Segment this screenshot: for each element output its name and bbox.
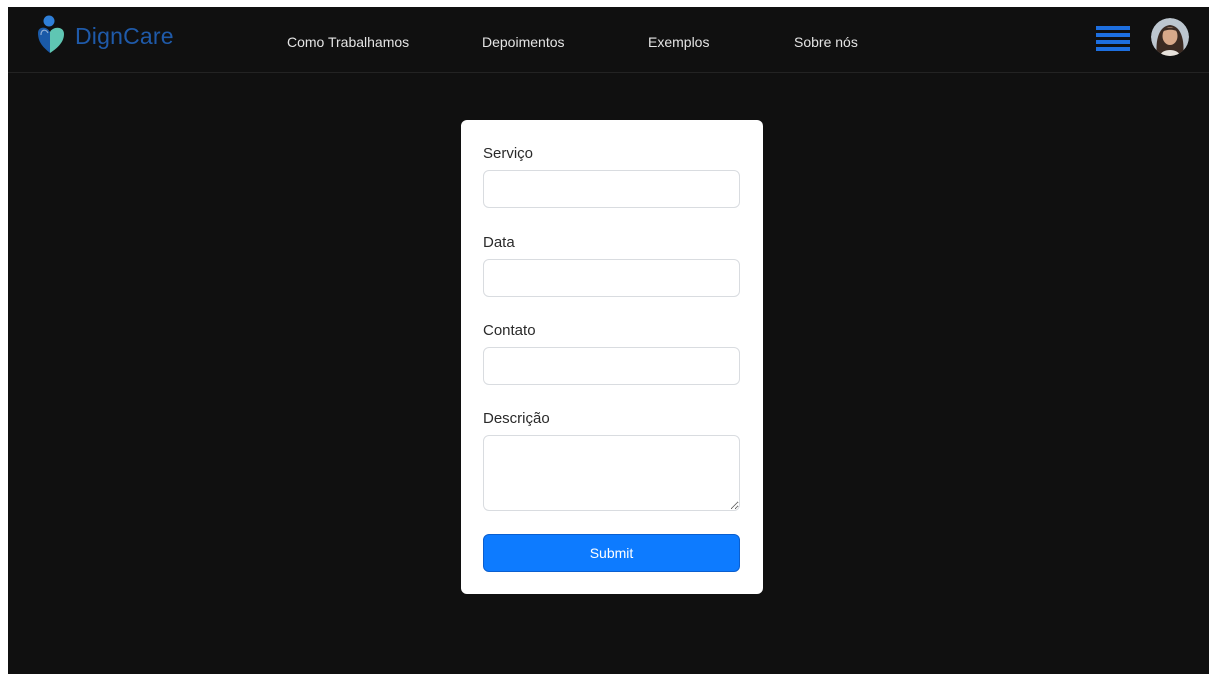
descricao-label: Descrição xyxy=(483,410,550,427)
descricao-textarea[interactable] xyxy=(483,435,740,511)
servico-input[interactable] xyxy=(483,170,740,208)
nav-links: Como Trabalhamos Depoimentos Exemplos So… xyxy=(8,34,1209,54)
navbar: DignCare Como Trabalhamos Depoimentos Ex… xyxy=(8,7,1209,73)
contato-label: Contato xyxy=(483,322,536,339)
nav-link-exemplos[interactable]: Exemplos xyxy=(648,34,709,50)
nav-link-depoimentos[interactable]: Depoimentos xyxy=(482,34,565,50)
data-input[interactable] xyxy=(483,259,740,297)
submit-button[interactable]: Submit xyxy=(483,534,740,572)
hamburger-menu-icon[interactable] xyxy=(1096,26,1130,52)
nav-link-sobre-nos[interactable]: Sobre nós xyxy=(794,34,858,50)
app-frame: DignCare Como Trabalhamos Depoimentos Ex… xyxy=(8,7,1209,674)
servico-label: Serviço xyxy=(483,145,534,162)
service-request-form: Serviço Data Contato Descrição Submit xyxy=(461,120,763,594)
contato-input[interactable] xyxy=(483,347,740,385)
user-avatar-icon[interactable] xyxy=(1151,18,1189,56)
nav-link-como-trabalhamos[interactable]: Como Trabalhamos xyxy=(287,34,409,50)
data-label: Data xyxy=(483,234,515,251)
